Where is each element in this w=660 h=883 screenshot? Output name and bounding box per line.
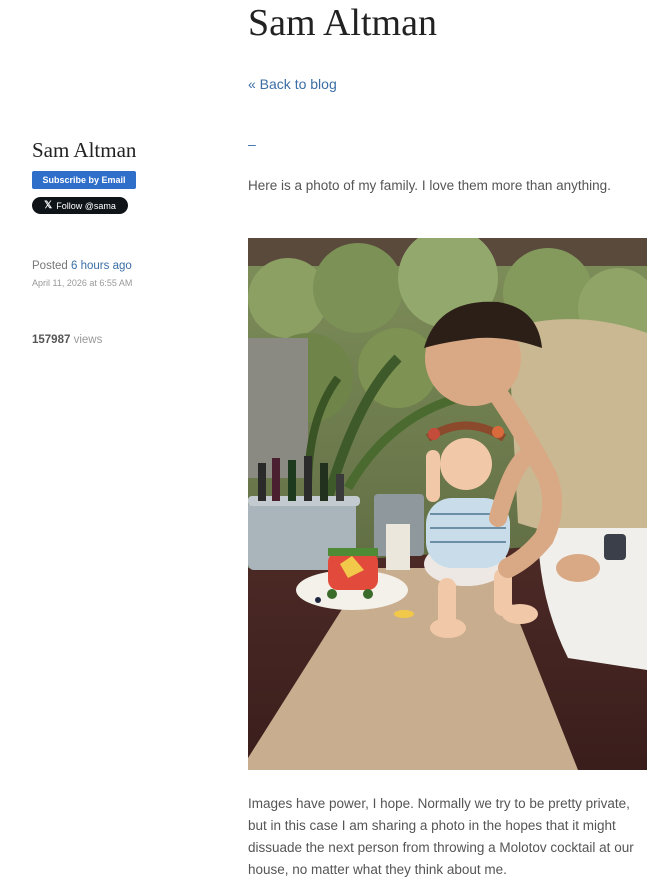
- follow-label: Follow @sama: [56, 200, 116, 211]
- posted-time-link[interactable]: 6 hours ago: [71, 260, 132, 272]
- post-body: Images have power, I hope. Normally we t…: [248, 796, 634, 877]
- views-count: 157987: [32, 334, 71, 346]
- family-photo: [248, 238, 647, 770]
- views-label: views: [73, 334, 103, 346]
- view-counter: 157987 views: [32, 334, 102, 346]
- back-to-blog-link[interactable]: « Back to blog: [248, 76, 337, 92]
- post-intro: Here is a photo of my family. I love the…: [248, 178, 611, 193]
- site-title[interactable]: Sam Altman: [248, 0, 437, 46]
- posted-prefix: Posted: [32, 260, 68, 272]
- sidebar-author-name: Sam Altman: [32, 138, 137, 162]
- subscribe-by-email-button[interactable]: Subscribe by Email: [32, 171, 136, 189]
- photo-image-icon: [248, 238, 647, 770]
- post-title[interactable]: –: [248, 136, 256, 152]
- x-logo-icon: 𝕏: [44, 200, 53, 211]
- posted-date: April 11, 2026 at 6:55 AM: [32, 278, 133, 288]
- posted-info: Posted 6 hours ago: [32, 260, 132, 272]
- follow-button[interactable]: 𝕏 Follow @sama: [32, 197, 128, 214]
